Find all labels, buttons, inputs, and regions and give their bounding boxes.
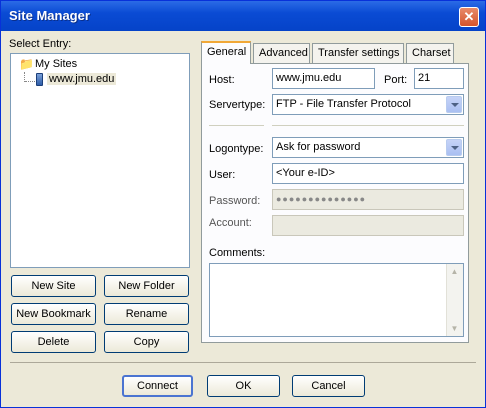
- logontype-select[interactable]: Ask for password: [272, 137, 464, 158]
- tab-general[interactable]: General: [201, 41, 251, 64]
- copy-label: Copy: [133, 336, 160, 348]
- logontype-label: Logontype:: [209, 143, 264, 155]
- password-input[interactable]: ●●●●●●●●●●●●●●: [272, 189, 464, 210]
- servertype-value: FTP - File Transfer Protocol: [276, 98, 411, 110]
- delete-button[interactable]: Delete: [11, 331, 96, 353]
- chevron-down-icon[interactable]: [446, 139, 462, 156]
- footer-divider: [10, 362, 476, 363]
- port-label: Port:: [384, 74, 408, 86]
- new-bookmark-label: New Bookmark: [16, 308, 91, 320]
- cancel-button[interactable]: Cancel: [292, 375, 365, 397]
- tree-item-site[interactable]: www.jmu.edu: [47, 73, 117, 85]
- account-input[interactable]: [272, 215, 464, 236]
- ok-button[interactable]: OK: [207, 375, 280, 397]
- scroll-down-icon[interactable]: ▼: [447, 321, 462, 336]
- connect-button[interactable]: Connect: [122, 375, 193, 397]
- title-bar[interactable]: Site Manager ✕: [1, 1, 485, 31]
- user-label: User:: [209, 169, 236, 181]
- site-tree[interactable]: 📁 My Sites www.jmu.edu: [10, 53, 190, 268]
- host-label: Host:: [209, 74, 235, 86]
- cancel-label: Cancel: [311, 380, 346, 392]
- connect-label: Connect: [137, 380, 178, 392]
- select-entry-label: Select Entry:: [9, 38, 72, 50]
- tree-line: [25, 81, 35, 83]
- comments-textarea[interactable]: ▲ ▼: [209, 263, 464, 337]
- site-manager-window: Site Manager ✕ Select Entry: 📁 My Sites …: [0, 0, 486, 408]
- new-folder-label: New Folder: [118, 280, 175, 292]
- rename-label: Rename: [125, 308, 168, 320]
- folder-icon: 📁: [19, 57, 34, 71]
- divider: [272, 125, 464, 126]
- tab-advanced[interactable]: Advanced: [253, 43, 310, 63]
- scroll-up-icon[interactable]: ▲: [447, 264, 462, 279]
- rename-button[interactable]: Rename: [104, 303, 189, 325]
- close-icon[interactable]: ✕: [459, 7, 479, 27]
- user-input[interactable]: <Your e-ID>: [272, 163, 464, 184]
- comments-label: Comments:: [209, 247, 266, 259]
- password-label: Password:: [209, 195, 261, 207]
- tab-charset[interactable]: Charset: [406, 43, 454, 63]
- ok-label: OK: [235, 380, 252, 392]
- new-folder-button[interactable]: New Folder: [104, 275, 189, 297]
- logontype-value: Ask for password: [276, 141, 361, 153]
- new-site-label: New Site: [31, 280, 76, 292]
- port-input[interactable]: 21: [414, 68, 464, 89]
- account-label: Account:: [209, 217, 252, 229]
- servertype-label: Servertype:: [209, 99, 266, 111]
- tree-item-my-sites[interactable]: My Sites: [35, 58, 77, 70]
- new-bookmark-button[interactable]: New Bookmark: [11, 303, 96, 325]
- comments-scrollbar[interactable]: ▲ ▼: [446, 264, 463, 336]
- general-panel: Host: www.jmu.edu Port: 21 Servertype: F…: [201, 63, 469, 343]
- delete-label: Delete: [37, 336, 70, 348]
- host-input[interactable]: www.jmu.edu: [272, 68, 375, 89]
- server-icon: [36, 73, 43, 86]
- copy-button[interactable]: Copy: [104, 331, 189, 353]
- window-title: Site Manager: [9, 8, 90, 23]
- divider: [209, 125, 264, 126]
- servertype-select[interactable]: FTP - File Transfer Protocol: [272, 94, 464, 115]
- new-site-button[interactable]: New Site: [11, 275, 96, 297]
- tab-transfer-settings[interactable]: Transfer settings: [312, 43, 404, 63]
- chevron-down-icon[interactable]: [446, 96, 462, 113]
